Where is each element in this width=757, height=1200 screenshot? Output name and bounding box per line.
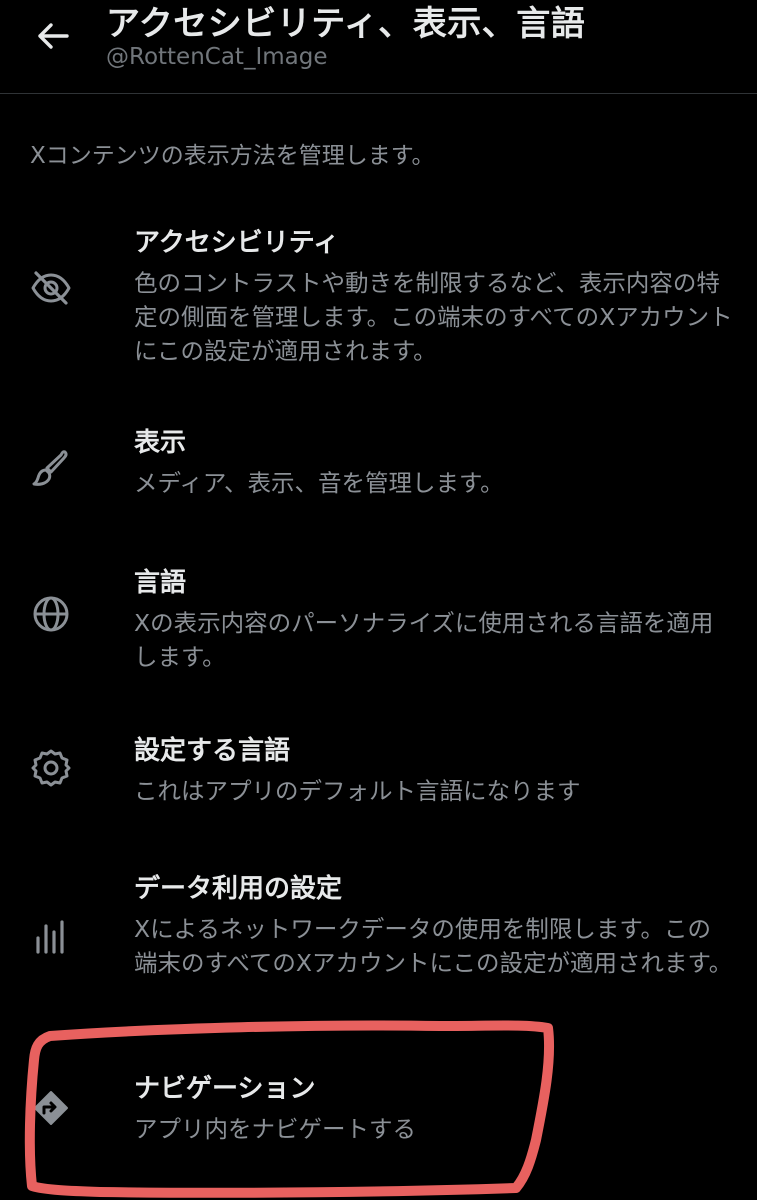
settings-item-app-language[interactable]: 設定する言語 これはアプリのデフォルト言語になります bbox=[0, 730, 757, 810]
settings-item-description: アプリ内をナビゲートする bbox=[134, 1115, 416, 1143]
settings-item-title: データ利用の設定 bbox=[134, 874, 343, 904]
settings-item-description: Xの表示内容のパーソナライズに使用される言語を適用します。 bbox=[134, 609, 714, 671]
eye-off-icon bbox=[29, 266, 73, 310]
back-button[interactable] bbox=[28, 14, 76, 58]
settings-item-description: メディア、表示、音を管理します。 bbox=[134, 469, 504, 497]
paintbrush-icon bbox=[29, 446, 73, 490]
settings-item-title: アクセシビリティ bbox=[134, 228, 340, 258]
settings-item-title: 表示 bbox=[134, 428, 187, 458]
account-handle: @RottenCat_Image bbox=[106, 44, 328, 70]
settings-item-title: 言語 bbox=[134, 568, 187, 598]
settings-item-description: 色のコントラストや動きを制限するなど、表示内容の特定の側面を管理します。この端末… bbox=[134, 269, 733, 365]
settings-item-title: ナビゲーション bbox=[134, 1074, 316, 1104]
gear-icon bbox=[29, 746, 73, 790]
directions-icon bbox=[29, 1086, 73, 1130]
globe-icon bbox=[29, 592, 73, 636]
bar-chart-icon bbox=[29, 916, 73, 960]
settings-item-display[interactable]: 表示 メディア、表示、音を管理します。 bbox=[0, 422, 757, 502]
settings-item-description: Xによるネットワークデータの使用を制限します。この端末のすべてのXアカウントにこ… bbox=[134, 915, 733, 977]
arrow-left-icon bbox=[38, 23, 69, 49]
settings-item-description: これはアプリのデフォルト言語になります bbox=[134, 777, 581, 805]
settings-item-language[interactable]: 言語 Xの表示内容のパーソナライズに使用される言語を適用します。 bbox=[0, 562, 757, 672]
settings-item-navigation[interactable]: ナビゲーション アプリ内をナビゲートする bbox=[0, 1068, 757, 1148]
page-description: Xコンテンツの表示方法を管理します。 bbox=[30, 143, 435, 169]
settings-item-data-usage[interactable]: データ利用の設定 Xによるネットワークデータの使用を制限します。この端末のすべて… bbox=[0, 868, 757, 1008]
top-bar: アクセシビリティ、表示、言語 @RottenCat_Image bbox=[0, 0, 757, 94]
settings-item-accessibility[interactable]: アクセシビリティ 色のコントラストや動きを制限するなど、表示内容の特定の側面を管… bbox=[0, 222, 757, 365]
page-title: アクセシビリティ、表示、言語 bbox=[106, 4, 586, 44]
settings-item-title: 設定する言語 bbox=[134, 736, 291, 766]
